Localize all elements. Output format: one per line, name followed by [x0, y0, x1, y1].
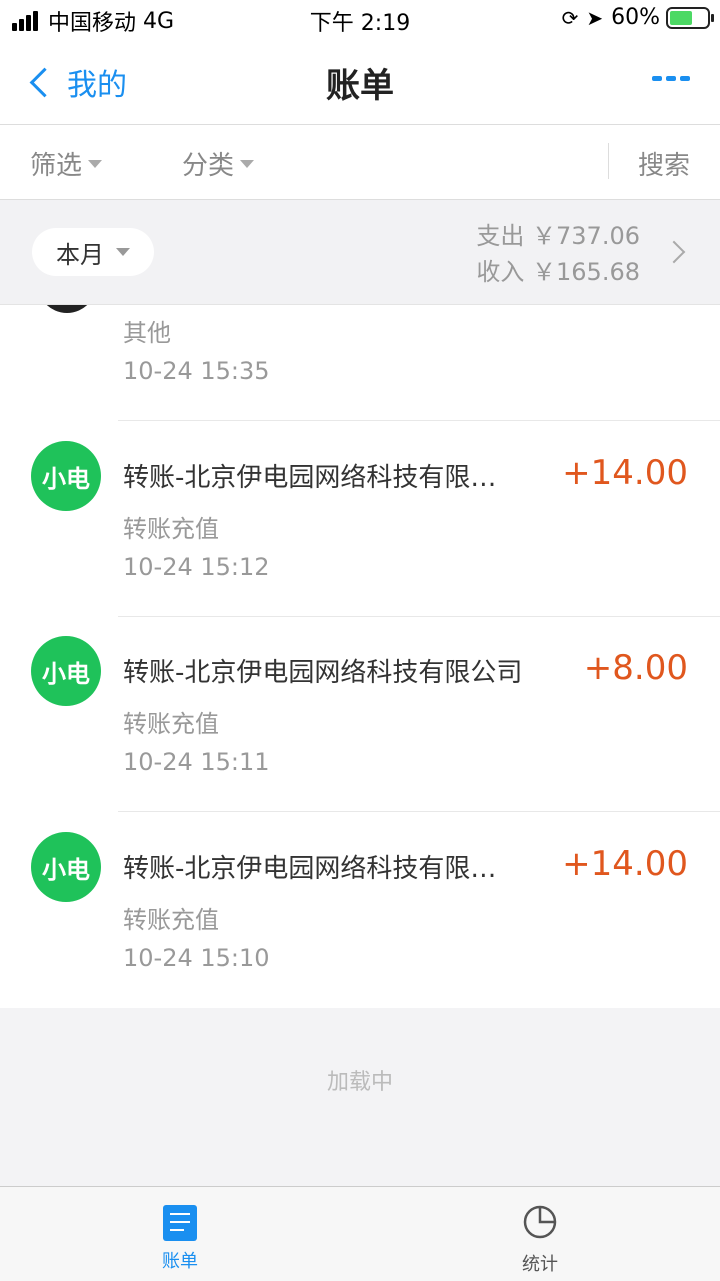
transaction-list: 其他 10-24 15:35 小电 转账-北京伊电园网络科技有限… +14.00…	[0, 305, 720, 1007]
search-button[interactable]: 搜索	[638, 145, 690, 182]
month-selector[interactable]: 本月	[32, 228, 154, 276]
expense-total: 支出 ￥737.06	[476, 222, 640, 250]
caret-down-icon	[88, 159, 103, 168]
avatar	[36, 305, 98, 313]
row-subtitle: 转账充值	[123, 710, 219, 738]
row-time: 10-24 15:35	[123, 357, 270, 385]
divider	[118, 616, 720, 617]
orientation-lock-icon: ⟳	[561, 5, 579, 30]
row-amount: +8.00	[583, 648, 688, 688]
filter-label: 筛选	[30, 151, 83, 181]
filter-bar: 筛选 分类 搜索	[0, 125, 720, 200]
row-time: 10-24 15:10	[123, 944, 270, 972]
loading-text: 加载中	[326, 1070, 393, 1095]
row-time: 10-24 15:12	[123, 553, 270, 581]
more-button[interactable]	[648, 76, 690, 81]
nav-bar: 我的 账单	[0, 40, 720, 125]
category-dropdown[interactable]: 分类	[182, 145, 255, 182]
income-total: 收入 ￥165.68	[476, 258, 640, 286]
tab-bar: 账单 统计	[0, 1186, 720, 1281]
loading-indicator: 加载中	[0, 1008, 720, 1186]
pie-chart-icon	[523, 1205, 557, 1239]
tab-stats[interactable]: 统计	[480, 1205, 600, 1276]
battery-percent: 60%	[611, 5, 660, 30]
month-label: 本月	[56, 240, 104, 269]
avatar: 小电	[31, 636, 101, 706]
row-subtitle: 转账充值	[123, 515, 219, 543]
month-summary[interactable]: 本月 支出 ￥737.06 收入 ￥165.68	[0, 200, 720, 305]
battery-icon	[666, 6, 714, 29]
row-time: 10-24 15:11	[123, 748, 270, 776]
filter-dropdown[interactable]: 筛选	[30, 145, 103, 182]
category-label: 分类	[182, 151, 235, 181]
tab-label: 账单	[162, 1251, 198, 1272]
row-subtitle: 转账充值	[123, 906, 219, 934]
divider	[608, 143, 609, 179]
location-icon: ➤	[586, 5, 604, 30]
avatar: 小电	[31, 441, 101, 511]
divider	[118, 420, 720, 421]
row-amount: +14.00	[562, 844, 688, 884]
row-title: 转账-北京伊电园网络科技有限公司	[123, 658, 523, 688]
caret-down-icon	[116, 248, 130, 256]
tab-bills[interactable]: 账单	[120, 1205, 240, 1273]
bill-icon	[163, 1205, 197, 1241]
row-title: 转账-北京伊电园网络科技有限…	[123, 854, 497, 884]
row-subtitle: 其他	[123, 319, 171, 347]
status-bar: 中国移动 4G 下午 2:19 ⟳ ➤ 60%	[0, 0, 720, 40]
page-title: 账单	[326, 66, 394, 106]
more-icon	[652, 76, 662, 81]
caret-down-icon	[240, 159, 255, 168]
chevron-right-icon	[662, 240, 686, 264]
tab-label: 统计	[522, 1254, 558, 1275]
row-amount: +14.00	[562, 453, 688, 493]
divider	[118, 811, 720, 812]
avatar: 小电	[31, 832, 101, 902]
row-title: 转账-北京伊电园网络科技有限…	[123, 463, 497, 493]
